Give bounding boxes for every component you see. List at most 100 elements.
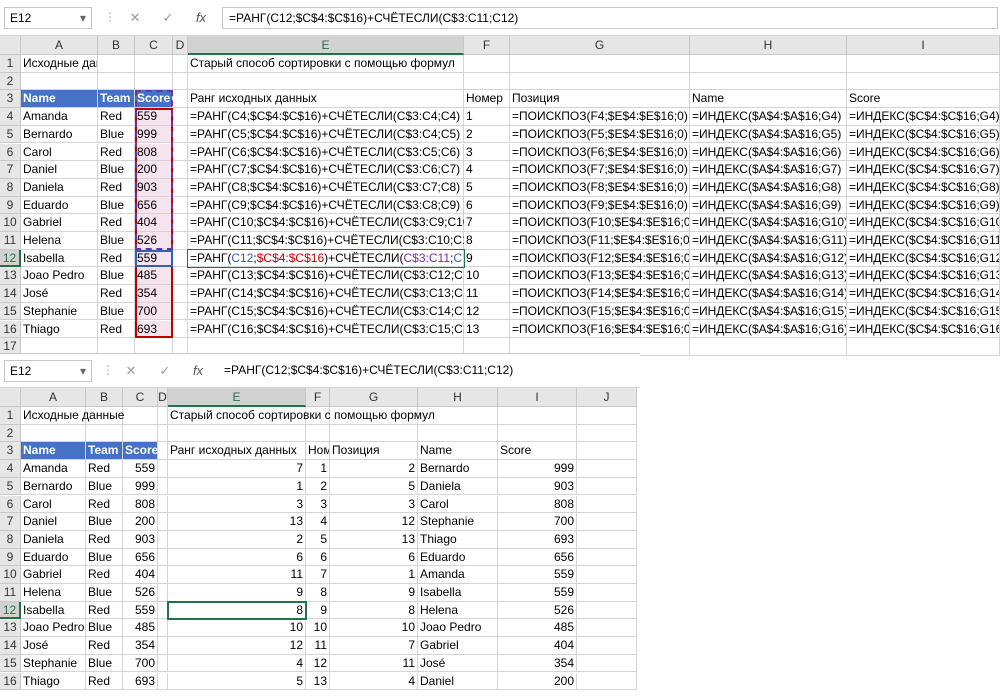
cell-rank[interactable]: 5	[168, 672, 306, 691]
table-header-score[interactable]: Score	[123, 442, 158, 461]
cell[interactable]	[173, 302, 188, 321]
name-box-bottom[interactable]: E12 ▾	[4, 360, 92, 382]
cell-rank[interactable]: 10	[168, 619, 306, 638]
cell-score-sorted[interactable]: 354	[498, 654, 577, 673]
cell-score-sorted[interactable]: 693	[498, 530, 577, 549]
cell[interactable]	[168, 424, 306, 443]
cell-team[interactable]: Blue	[86, 548, 123, 567]
cell-number[interactable]: 1	[306, 460, 330, 478]
cell-name-sorted[interactable]: =ИНДЕКС($A$4:$A$16;G5)	[690, 125, 847, 144]
cell-number[interactable]: 5	[306, 530, 330, 549]
cell-name-sorted[interactable]: Gabriel	[418, 637, 498, 655]
row-header-16[interactable]: 16	[0, 320, 21, 339]
cell[interactable]	[510, 72, 690, 91]
cell[interactable]	[188, 72, 464, 91]
section-title-sorting[interactable]: Старый способ сортировки с помощью форму…	[188, 55, 464, 73]
row-header-10[interactable]: 10	[0, 566, 21, 584]
cell[interactable]	[577, 424, 637, 443]
cell-score[interactable]: 354	[135, 285, 173, 303]
cell-score[interactable]: 808	[123, 495, 158, 514]
cell-team[interactable]: Blue	[98, 161, 135, 179]
cell[interactable]	[158, 672, 168, 691]
table-header-score[interactable]: Score	[135, 90, 173, 109]
cell[interactable]	[577, 477, 637, 496]
cell-name[interactable]: Bernardo	[21, 477, 86, 496]
cell-team[interactable]: Red	[86, 460, 123, 478]
cell-score-sorted[interactable]: =ИНДЕКС($C$4:$C$16;G7)	[847, 161, 1000, 179]
cell[interactable]	[577, 584, 637, 602]
column-header-i[interactable]: I	[498, 388, 577, 407]
cell-score-sorted[interactable]: 700	[498, 513, 577, 531]
cell-rank[interactable]: 3	[168, 495, 306, 514]
cell[interactable]	[847, 72, 1000, 91]
check-icon[interactable]: ✓	[155, 363, 175, 379]
cell-number[interactable]: 1	[464, 108, 510, 126]
cell-name[interactable]: Bernardo	[21, 125, 98, 144]
cell-position[interactable]: =ПОИСКПОЗ(F10;$E$4:$E$16;0)	[510, 214, 690, 232]
cell-position[interactable]: 7	[330, 637, 418, 655]
cell-position[interactable]: =ПОИСКПОЗ(F9;$E$4:$E$16;0)	[510, 196, 690, 215]
row-header-1[interactable]: 1	[0, 407, 21, 425]
cell-team[interactable]: Blue	[98, 232, 135, 250]
cell-name-sorted[interactable]: =ИНДЕКС($A$4:$A$16;G12)	[690, 249, 847, 268]
cell-score[interactable]: 485	[123, 619, 158, 638]
cell-rank[interactable]: =РАНГ(C14;$C$4:$C$16)+СЧЁТЕСЛИ(C$3:C13;C…	[188, 285, 480, 303]
column-header-g[interactable]: G	[510, 36, 690, 55]
cell[interactable]	[173, 178, 188, 197]
cell[interactable]	[173, 267, 188, 286]
cell-name[interactable]: Daniela	[21, 178, 98, 197]
cell-score-sorted[interactable]: =ИНДЕКС($C$4:$C$16;G16)	[847, 320, 1000, 339]
cell-name[interactable]: Daniel	[21, 161, 98, 179]
column-header-j[interactable]: J	[577, 388, 637, 407]
cell-score[interactable]: 559	[135, 108, 173, 126]
cell-name[interactable]: Gabriel	[21, 214, 98, 232]
cell-score-sorted[interactable]: =ИНДЕКС($C$4:$C$16;G15)	[847, 302, 1000, 321]
cell-name[interactable]: Thiago	[21, 320, 98, 339]
header-score-sorted[interactable]: Score	[498, 442, 577, 461]
cell-number[interactable]: 3	[464, 143, 510, 162]
table-header-team[interactable]: Team	[86, 442, 123, 461]
cell-score-sorted[interactable]: =ИНДЕКС($C$4:$C$16;G5)	[847, 125, 1000, 144]
cell[interactable]	[577, 566, 637, 584]
cell-score[interactable]: 354	[123, 637, 158, 655]
cell-position[interactable]: 3	[330, 495, 418, 514]
cell[interactable]	[577, 442, 637, 461]
table-header-name[interactable]: Name	[21, 90, 98, 109]
cell-number[interactable]: 9	[306, 601, 330, 620]
cell-name-sorted[interactable]: =ИНДЕКС($A$4:$A$16;G8)	[690, 178, 847, 197]
cell-rank[interactable]: 2	[168, 530, 306, 549]
cell-number[interactable]: 4	[306, 513, 330, 531]
cell-rank[interactable]: =РАНГ(C11;$C$4:$C$16)+СЧЁТЕСЛИ(C$3:C10;C…	[188, 232, 478, 250]
header-rank[interactable]: Ранг исходных данных	[168, 442, 306, 461]
cell[interactable]	[158, 637, 168, 655]
cell-name[interactable]: Thiago	[21, 672, 86, 691]
cell-score-sorted[interactable]: 656	[498, 548, 577, 567]
cell[interactable]	[173, 143, 188, 162]
cell-team[interactable]: Blue	[86, 619, 123, 638]
cell-name-sorted[interactable]: José	[418, 654, 498, 673]
cell-score[interactable]: 200	[123, 513, 158, 531]
cell[interactable]	[158, 548, 168, 567]
cell-score-sorted[interactable]: =ИНДЕКС($C$4:$C$16;G13)	[847, 267, 1000, 286]
cell-position[interactable]: =ПОИСКПОЗ(F7;$E$4:$E$16;0)	[510, 161, 690, 179]
row-header-6[interactable]: 6	[0, 495, 21, 514]
cell-score[interactable]: 903	[135, 178, 173, 197]
cell-position[interactable]: =ПОИСКПОЗ(F14;$E$4:$E$16;0)	[510, 285, 690, 303]
cell[interactable]	[86, 424, 123, 443]
cell-score-sorted[interactable]: 903	[498, 477, 577, 496]
cell[interactable]	[98, 55, 135, 73]
cell-score-sorted[interactable]: =ИНДЕКС($C$4:$C$16;G10)	[847, 214, 1000, 232]
column-header-c[interactable]: C	[135, 36, 173, 55]
row-header-11[interactable]: 11	[0, 584, 21, 602]
cell[interactable]	[510, 55, 690, 73]
cell-team[interactable]: Red	[98, 143, 135, 162]
column-header-c[interactable]: C	[123, 388, 158, 407]
cell-name[interactable]: Stephanie	[21, 302, 98, 321]
cell-name[interactable]: Joao Pedro	[21, 619, 86, 638]
cell-number[interactable]: 13	[306, 672, 330, 691]
cell-team[interactable]: Blue	[98, 267, 135, 286]
row-header-15[interactable]: 15	[0, 302, 21, 321]
cell[interactable]	[464, 72, 510, 91]
cell[interactable]	[173, 214, 188, 232]
cell[interactable]	[577, 407, 637, 425]
